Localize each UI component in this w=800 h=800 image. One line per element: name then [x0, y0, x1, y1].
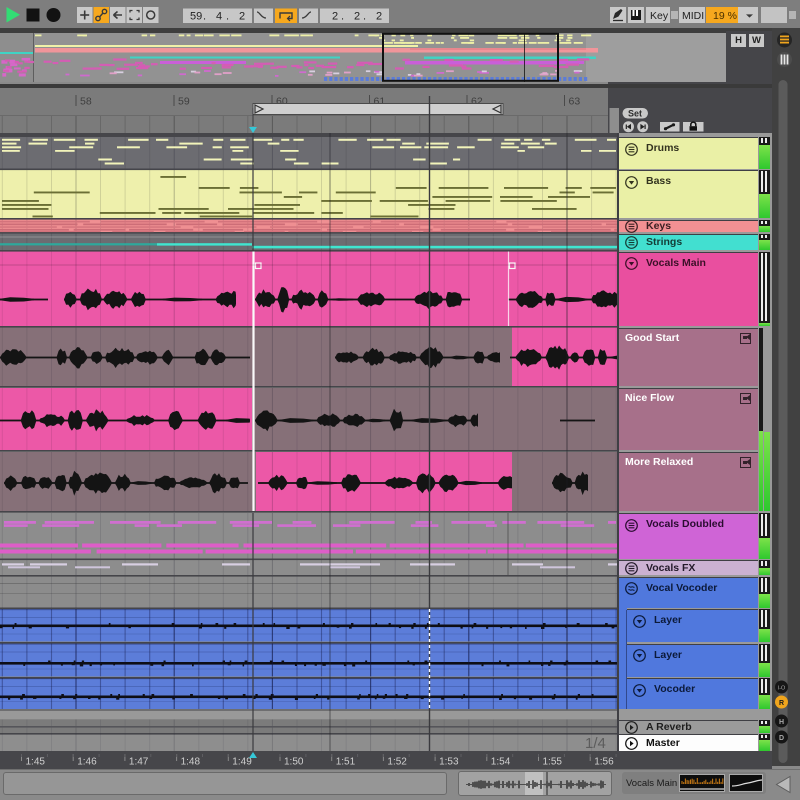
svg-text:1:48: 1:48 — [181, 757, 201, 768]
svg-text:Set: Set — [628, 109, 642, 119]
svg-text:H: H — [779, 719, 784, 726]
svg-text:59: 59 — [178, 96, 190, 108]
svg-text:1:55: 1:55 — [543, 757, 563, 768]
svg-text:2: 2 — [332, 11, 338, 23]
svg-text:58: 58 — [80, 96, 92, 108]
svg-text:I-O: I-O — [778, 686, 786, 692]
svg-text:.: . — [363, 11, 366, 23]
svg-text:19 %: 19 % — [713, 10, 737, 22]
svg-text:4: 4 — [216, 11, 222, 23]
svg-text:.: . — [203, 11, 206, 23]
svg-text:1:51: 1:51 — [336, 757, 356, 768]
svg-text:1:50: 1:50 — [284, 757, 304, 768]
svg-text:2: 2 — [239, 11, 245, 23]
svg-text:63: 63 — [569, 96, 581, 108]
svg-text:1:49: 1:49 — [232, 757, 252, 768]
svg-text:1:56: 1:56 — [594, 757, 614, 768]
svg-text:MIDI: MIDI — [682, 10, 704, 22]
svg-text:Key: Key — [650, 10, 669, 22]
svg-text:1/4: 1/4 — [585, 735, 606, 751]
svg-text:1:46: 1:46 — [77, 757, 97, 768]
svg-text:.: . — [341, 11, 344, 23]
svg-text:1:53: 1:53 — [439, 757, 459, 768]
svg-text:2: 2 — [376, 11, 382, 23]
svg-text:D: D — [779, 735, 784, 742]
svg-text:1:45: 1:45 — [26, 757, 46, 768]
svg-text:1:47: 1:47 — [129, 757, 149, 768]
svg-text:.: . — [226, 11, 229, 23]
svg-text:2: 2 — [354, 11, 360, 23]
svg-text:R: R — [779, 700, 784, 707]
svg-text:1:52: 1:52 — [387, 757, 407, 768]
svg-text:59: 59 — [190, 11, 202, 23]
svg-text:1:54: 1:54 — [491, 757, 511, 768]
